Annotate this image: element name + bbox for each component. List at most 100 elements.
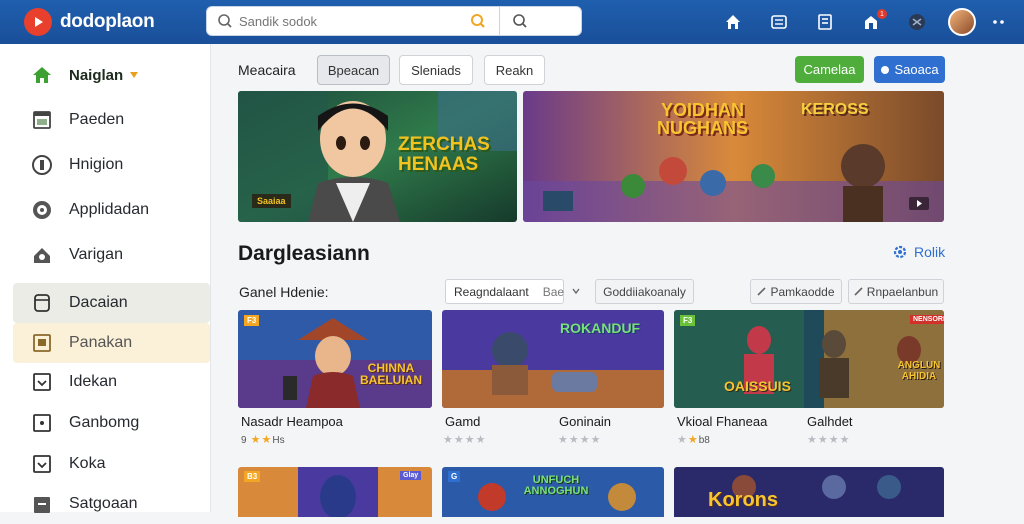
filter-select-sub: Bae [542,284,565,299]
sidebar-item-label: Hnigion [69,156,124,173]
green-action-button[interactable]: Camelaa [795,56,864,83]
banner-2-title-line2: NUGHANS [657,118,749,138]
sidebar-item-label: Ganbomg [69,414,140,431]
sidebar-item-home[interactable]: Naiglan [13,55,210,95]
sidebar-item-label: Panakan [69,334,133,351]
game-card-2-image[interactable]: ROKANDUF [442,310,664,408]
sidebar-item-label: Naiglan [69,66,124,84]
sidebar-item-paeden[interactable]: Paeden [13,100,210,140]
game-card-8-image[interactable]: Korons [674,467,944,517]
sidebar-item-hnigion[interactable]: Hnigion [13,145,210,185]
search-bar [206,6,582,36]
sidebar-item-varigan[interactable]: Varigan [13,235,210,275]
archive-icon [29,491,55,517]
star-icon: ★ [687,434,699,446]
tab-reakn[interactable]: Reakn [484,55,545,85]
banner-1-tag: Saaiaa [252,194,291,208]
banner-1-title-line2: HENAAS [398,154,479,175]
card-5-art-text: ANGLUN AHIDIA [897,360,941,382]
card-4-title[interactable]: Vkioal Fhaneaa [677,414,767,429]
sidebar-item-label: Paeden [69,111,125,128]
tab-sleniads[interactable]: Sleniads [399,55,473,85]
card-5-rating: ★★★★ [807,433,850,446]
card-1-rating: 9 ★★Hs [241,433,285,446]
game-card-6-image[interactable]: B3 Glay [238,467,432,517]
card-1-rating-count: Hs [272,435,285,446]
filter-chip-3[interactable]: Rnpaelanbun [848,279,944,304]
sidebar-item-label: Varigan [69,246,123,263]
card-7-badge: G [448,471,461,482]
blue-action-button[interactable]: Saoaca [874,56,945,83]
more-link-label: Rolik [914,244,946,260]
more-link[interactable]: Rolik [892,244,945,260]
star-icon [881,65,890,74]
gear-icon [893,245,907,259]
library-icon[interactable] [768,11,790,33]
user-avatar[interactable] [948,8,976,36]
search-input[interactable] [239,13,459,29]
card-4-rating: ★★b8 [677,433,710,446]
app-logo[interactable]: dodoplaon [24,8,204,36]
banner-2-title-line1: YOIDHAN [661,100,745,120]
sidebar-item-applidadan[interactable]: Applidadan [13,190,210,230]
card-3-rating: ★★★★ [558,433,601,446]
sidebar-item-koka[interactable]: Koka [13,444,210,484]
news-icon[interactable] [814,11,836,33]
filter-label: Ganel Hdenie: [239,284,329,300]
section-title: Dargleasiann [238,242,370,265]
sidebar-item-ganbomg[interactable]: Ganbomg [13,403,210,443]
card-5-title[interactable]: Galhdet [807,414,853,429]
sidebar-item-label: Applidadan [69,201,150,218]
home-icon [29,62,55,88]
search-submit-button[interactable] [500,7,540,35]
controller-icon[interactable] [906,11,928,33]
featured-banner-1[interactable]: ZERCHAS HENAAS Saaiaa [238,91,517,222]
more-options-icon[interactable] [992,11,1006,33]
card-2-title[interactable]: Gamd [445,414,480,429]
calendar-icon [29,107,55,133]
sidebar-item-satgoaan[interactable]: Satgoaan [13,484,210,524]
card-7-art-text: UNFUCH ANNOGHUN [523,474,589,497]
filter-chip-1[interactable]: Goddiiakoanaly [595,279,694,304]
home-icon[interactable] [722,11,744,33]
filter-chip-2-label: Pamkaodde [770,284,835,299]
sidebar-item-label: Satgoaan [69,495,138,512]
sidebar: Naiglan Paeden Hnigion Applidadan Variga… [0,44,211,513]
sidebar-item-idekan[interactable]: Idekan [13,362,210,402]
filter-chip-2[interactable]: Pamkaodde [750,279,842,304]
game-card-7-image[interactable]: G UNFUCH ANNOGHUN [442,467,664,517]
card-1-title[interactable]: Nasadr Heampoa [241,414,343,429]
sidebar-item-panakan[interactable]: Panakan [13,323,210,363]
star-icon: ★★★★ [558,434,602,446]
book-icon [29,330,55,356]
game-card-3-image[interactable]: F3 OAISSUIS NENSORE ANGLUN AHIDIA [674,310,944,408]
game-card-1-image[interactable]: F3 CHINNA BAELUIAN [238,310,432,408]
card-5-badge: NENSORE [910,315,944,324]
pencil-icon [757,287,767,296]
card-2-art-text: ROKANDUF [560,320,641,336]
card-3-title[interactable]: Goninain [559,414,611,429]
notifications-icon[interactable]: 1 [860,9,887,33]
banner-1-title-line1: ZERCHAS [398,134,490,155]
card-3-art-text: OAISSUIS [724,378,791,394]
tab-bpeacan[interactable]: Bpeacan [317,55,390,85]
blue-action-label: Saoaca [894,62,939,77]
search-filter-icon[interactable] [465,10,491,32]
card-8-art-text: Korons [708,489,778,511]
filter-chip-3-label: Rnpaelanbun [866,284,939,299]
filter-select[interactable]: Reagndalaant Bae [445,279,564,304]
sidebar-item-label: Koka [69,455,106,472]
featured-banner-2[interactable]: YOIDHAN NUGHANS KEROSS [523,91,944,222]
card-6-badge: B3 [244,471,261,482]
square-dot-icon [29,410,55,436]
star-icon: ★★★★ [443,434,487,446]
check-box-icon [29,369,55,395]
sidebar-item-dacaian[interactable]: Dacaian [13,283,210,323]
video-icon[interactable] [909,197,929,210]
banner-2-tag: KEROSS [801,101,869,118]
star-icon: ★ [677,434,688,446]
chevron-down-icon[interactable] [571,286,581,296]
sidebar-item-label: Idekan [69,373,118,390]
star-icon: ★★ [250,434,273,446]
shield-icon [29,152,55,178]
